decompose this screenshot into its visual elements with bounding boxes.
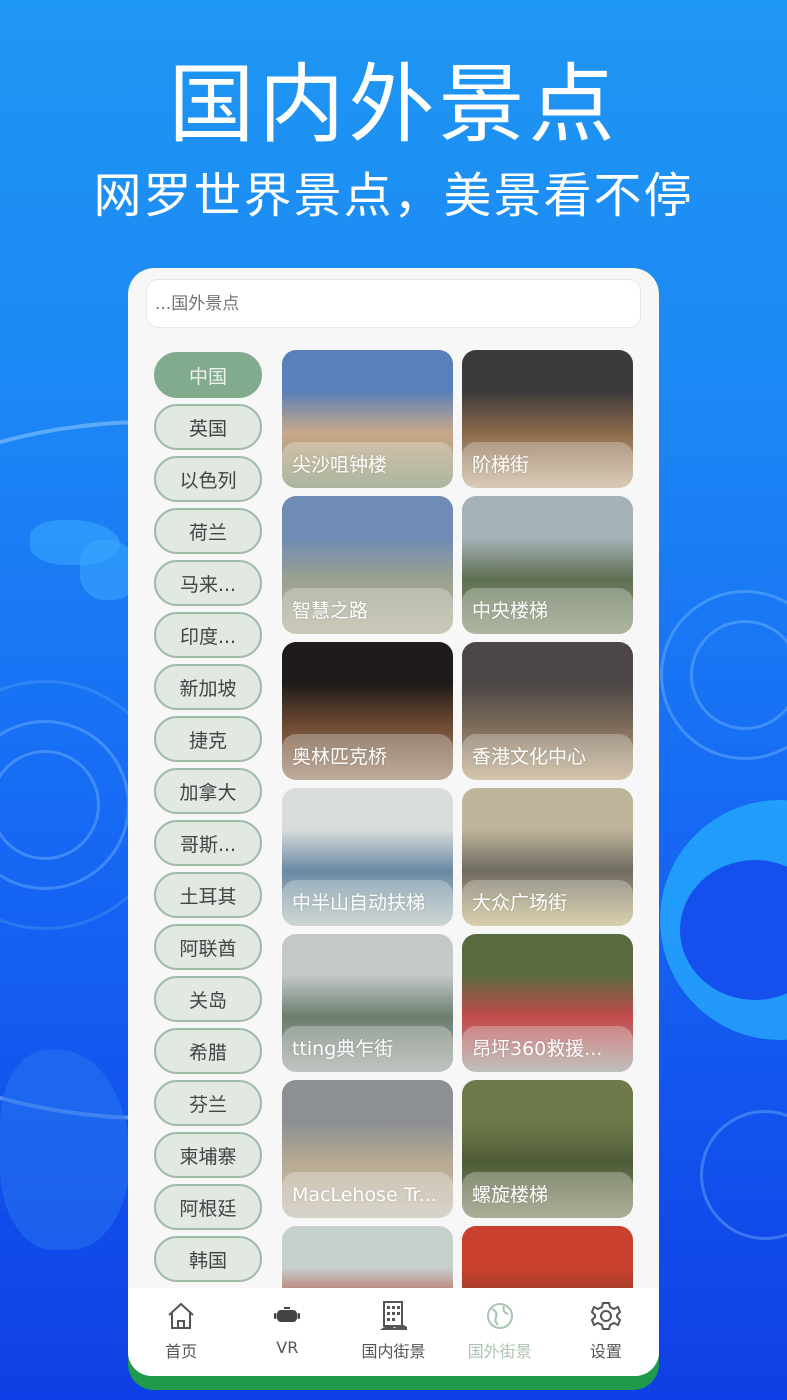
map-pin-shape [660,800,787,1040]
country-tab[interactable]: 阿联酋 [154,924,262,970]
country-tab[interactable]: 加拿大 [154,768,262,814]
hero-subtitle: 网罗世界景点，美景看不停 [93,168,694,224]
hero-title: 国内外景点 [168,55,619,155]
spot-name: 奥林匹克桥 [282,734,453,780]
country-tab[interactable]: 哥斯... [154,820,262,866]
spot-card[interactable]: 香港文化中心 [462,642,633,780]
country-tab[interactable]: 英国 [154,404,262,450]
home-icon [165,1300,197,1332]
signal-ring [0,750,100,860]
spot-card[interactable]: 中央楼梯 [462,496,633,634]
spot-card[interactable]: 智慧之路 [282,496,453,634]
app-screen: 中国英国以色列荷兰马来... 印度... 新加坡捷克加拿大哥斯... 土耳其阿联酋关岛… [128,268,659,1376]
bottom-tab-bar: 首页 VR 国内街景 国外街景 设置 [128,1288,659,1376]
spot-name: 昂坪360救援... [462,1026,633,1072]
spot-card[interactable]: 大众广场街 [462,788,633,926]
spot-name: MacLehose Tr... [282,1172,453,1218]
country-tab[interactable]: 韩国 [154,1236,262,1282]
country-list: 中国英国以色列荷兰马来... 印度... 新加坡捷克加拿大哥斯... 土耳其阿联酋关岛… [154,352,264,1288]
country-tab[interactable]: 芬兰 [154,1080,262,1126]
country-tab[interactable]: 中国 [154,352,262,398]
country-tab[interactable]: 关岛 [154,976,262,1022]
country-tab[interactable]: 土耳其 [154,872,262,918]
country-tab[interactable]: 荷兰 [154,508,262,554]
map-landmass [0,1050,130,1250]
country-tab[interactable]: 希腊 [154,1028,262,1074]
spot-name: 中央楼梯 [462,588,633,634]
map-pin-hole [680,860,787,1000]
vr-headset-icon [271,1300,303,1332]
signal-ring [690,620,787,730]
country-tab[interactable]: 以色列 [154,456,262,502]
map-landmass [30,520,120,565]
spot-card[interactable]: 螺旋楼梯 [462,1080,633,1218]
spot-name: 中半山自动扶梯 [282,880,453,926]
spot-card[interactable]: 尖沙咀钟楼 [282,350,453,488]
tab-label: 设置 [589,1342,622,1361]
country-tab[interactable]: 马来... [154,560,262,606]
spot-name: 香港文化中心 [462,734,633,780]
spot-name: 阶梯街 [462,442,633,488]
tab-building[interactable]: 国内街景 [343,1300,443,1362]
search-input[interactable] [146,279,641,328]
spot-card[interactable]: 中半山自动扶梯 [282,788,453,926]
spot-card[interactable]: 昂坪360救援... [462,934,633,1072]
spot-card[interactable]: MacLehose Tr... [282,1080,453,1218]
tab-label: 国内街景 [361,1342,426,1361]
spot-name: 大众广场街 [462,880,633,926]
spot-card[interactable]: 阶梯街 [462,350,633,488]
tab-gear[interactable]: 设置 [556,1300,656,1362]
spot-name: 智慧之路 [282,588,453,634]
tab-label: 国外街景 [467,1342,532,1361]
building-icon [377,1300,409,1332]
country-tab[interactable]: 捷克 [154,716,262,762]
tab-label: 首页 [165,1342,198,1361]
tab-label: VR [276,1338,299,1357]
tab-home[interactable]: 首页 [131,1300,231,1362]
signal-ring [700,1110,787,1240]
spot-name: tting典乍街 [282,1026,453,1072]
country-tab[interactable]: 阿根廷 [154,1184,262,1230]
spot-grid: 尖沙咀钟楼 阶梯街智慧之路 中央楼梯奥林匹克桥 香港文化中心中半山自动扶梯 大众广场街 t… [282,350,634,1364]
country-tab[interactable]: 新加坡 [154,664,262,710]
country-tab[interactable]: 印度... [154,612,262,658]
spot-name: 尖沙咀钟楼 [282,442,453,488]
tab-globe[interactable]: 国外街景 [450,1300,550,1362]
signal-ring [660,590,787,760]
globe-icon [484,1300,516,1332]
gear-icon [590,1300,622,1332]
spot-name: 螺旋楼梯 [462,1172,633,1218]
spot-card[interactable]: 奥林匹克桥 [282,642,453,780]
signal-ring [0,720,130,890]
tab-vr-headset[interactable]: VR [237,1300,337,1357]
phone-frame: 中国英国以色列荷兰马来... 印度... 新加坡捷克加拿大哥斯... 土耳其阿联酋关岛… [128,268,659,1390]
country-tab[interactable]: 柬埔寨 [154,1132,262,1178]
spot-card[interactable]: tting典乍街 [282,934,453,1072]
